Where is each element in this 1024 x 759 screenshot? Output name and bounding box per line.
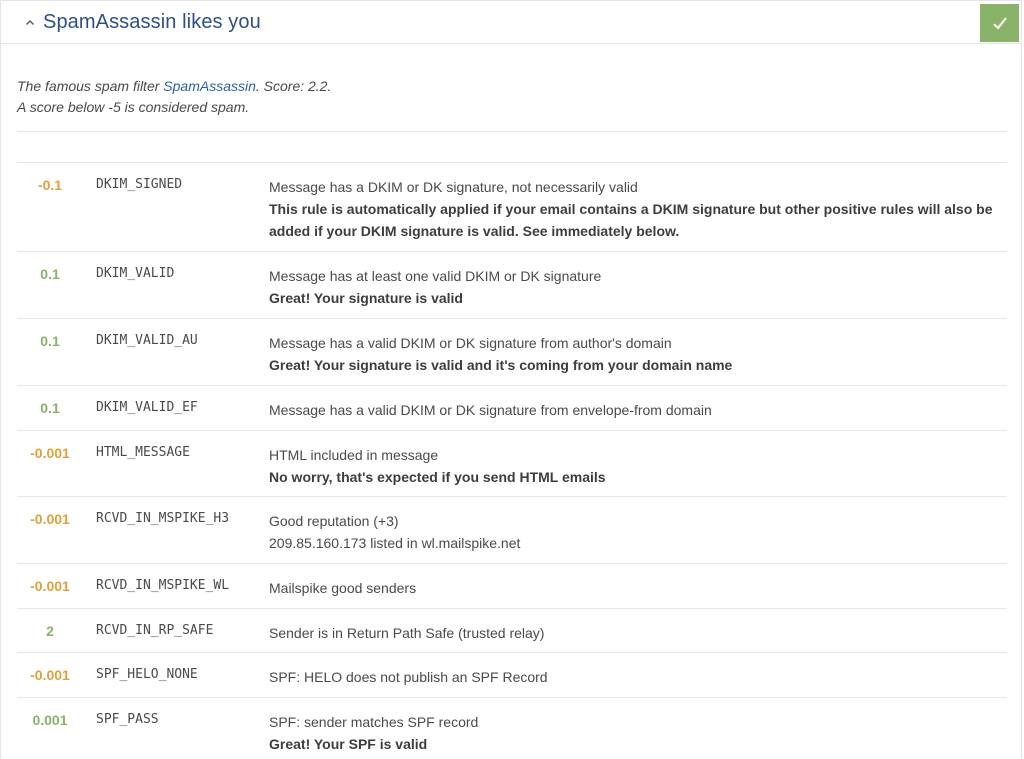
rule-description-block: Good reputation (+3) 209.85.160.173 liste…	[269, 510, 999, 554]
rule-name: SPF_PASS	[96, 712, 159, 727]
rule-row: -0.001 RCVD_IN_MSPIKE_WL Mailspike good se…	[17, 563, 1007, 608]
spamassassin-link[interactable]: SpamAssassin	[163, 78, 256, 94]
divider	[17, 131, 1007, 132]
rule-description-block: Message has a valid DKIM or DK signature…	[269, 332, 999, 376]
rule-name: HTML_MESSAGE	[96, 445, 190, 460]
rule-description: Message has a DKIM or DK signature, not …	[269, 179, 638, 195]
rule-score: 0.1	[40, 400, 60, 416]
rule-description-block: Message has a valid DKIM or DK signature…	[269, 399, 999, 421]
rule-row: 0.1 DKIM_VALID_EF Message has a valid DKIM…	[17, 385, 1007, 430]
rule-score: 0.001	[32, 712, 68, 728]
rule-name: DKIM_VALID_EF	[96, 400, 198, 415]
status-badge	[980, 4, 1019, 42]
rule-score: -0.1	[37, 177, 63, 193]
rule-description: Sender is in Return Path Safe (trusted r…	[269, 625, 545, 641]
rule-name: RCVD_IN_RP_SAFE	[96, 623, 214, 638]
rule-description-block: SPF: HELO does not publish an SPF Record	[269, 666, 999, 688]
rule-note: No worry, that's expected if you send HT…	[269, 469, 606, 485]
rule-score: -0.001	[30, 578, 70, 594]
rule-score: 0.1	[40, 333, 60, 349]
rule-row: 2 RCVD_IN_RP_SAFE Sender is in Return Path…	[17, 608, 1007, 652]
rule-description: Message has a valid DKIM or DK signature…	[269, 335, 672, 351]
rule-description: Message has at least one valid DKIM or D…	[269, 268, 602, 284]
rule-score: 2	[46, 623, 54, 639]
rule-name: DKIM_VALID_AU	[96, 333, 198, 348]
rule-note: This rule is automatically applied if yo…	[269, 201, 993, 239]
rule-name: RCVD_IN_MSPIKE_WL	[96, 578, 230, 593]
spamassassin-panel: SpamAssassin likes you The famous spam f…	[0, 0, 1022, 759]
intro-line-2: A score below -5 is considered spam.	[17, 99, 250, 115]
intro-text: The famous spam filter SpamAssassin. Sco…	[17, 76, 331, 118]
rule-description: Good reputation (+3)	[269, 513, 399, 529]
rule-description-block: HTML included in message No worry, that's…	[269, 444, 999, 488]
panel-title: SpamAssassin likes you	[43, 10, 261, 33]
rule-description-block: Message has a DKIM or DK signature, not …	[269, 176, 999, 242]
rule-name: RCVD_IN_MSPIKE_H3	[96, 511, 230, 526]
rule-description-block: Sender is in Return Path Safe (trusted r…	[269, 622, 999, 644]
rule-description: Message has a valid DKIM or DK signature…	[269, 402, 712, 418]
rule-row: 0.001 SPF_PASS SPF: sender matches SPF rec…	[17, 697, 1007, 759]
checkmark-icon	[992, 16, 1007, 29]
rule-score: 0.1	[40, 266, 60, 282]
intro-line-1: The famous spam filter SpamAssassin. Sco…	[17, 78, 332, 94]
rule-score: -0.001	[30, 667, 70, 683]
rule-name: SPF_HELO_NONE	[96, 667, 198, 682]
rule-row: -0.001 SPF_HELO_NONE SPF: HELO does not pu…	[17, 652, 1007, 697]
rule-note: Great! Your signature is valid and it's …	[269, 357, 733, 373]
rule-description: SPF: sender matches SPF record	[269, 714, 479, 730]
rule-description-block: SPF: sender matches SPF record Great! You…	[269, 711, 999, 755]
rule-row: -0.1 DKIM_SIGNED Message has a DKIM or DK …	[17, 162, 1007, 251]
rule-description: Mailspike good senders	[269, 580, 417, 596]
rule-description: HTML included in message	[269, 447, 439, 463]
rule-name: DKIM_SIGNED	[96, 177, 183, 192]
rule-row: 0.1 DKIM_VALID_AU Message has a valid DKIM…	[17, 318, 1007, 385]
rule-note: Great! Your SPF is valid	[269, 736, 428, 752]
rule-description-block: Message has at least one valid DKIM or D…	[269, 265, 999, 309]
rule-description-block: Mailspike good senders	[269, 577, 999, 599]
panel-header[interactable]: SpamAssassin likes you	[1, 1, 1021, 44]
chevron-up-icon[interactable]	[22, 14, 38, 30]
rule-name: DKIM_VALID	[96, 266, 175, 281]
rule-detail: 209.85.160.173 listed in wl.mailspike.ne…	[269, 535, 521, 551]
rules-list: -0.1 DKIM_SIGNED Message has a DKIM or DK …	[17, 162, 1007, 759]
rule-row: 0.1 DKIM_VALID Message has at least one va…	[17, 251, 1007, 318]
rule-row: -0.001 HTML_MESSAGE HTML included in messa…	[17, 430, 1007, 496]
rule-description: SPF: HELO does not publish an SPF Record	[269, 669, 548, 685]
rule-note: Great! Your signature is valid	[269, 290, 463, 306]
rule-score: -0.001	[30, 445, 70, 461]
rule-score: -0.001	[30, 511, 70, 527]
rule-row: -0.001 RCVD_IN_MSPIKE_H3 Good reputation (…	[17, 496, 1007, 563]
